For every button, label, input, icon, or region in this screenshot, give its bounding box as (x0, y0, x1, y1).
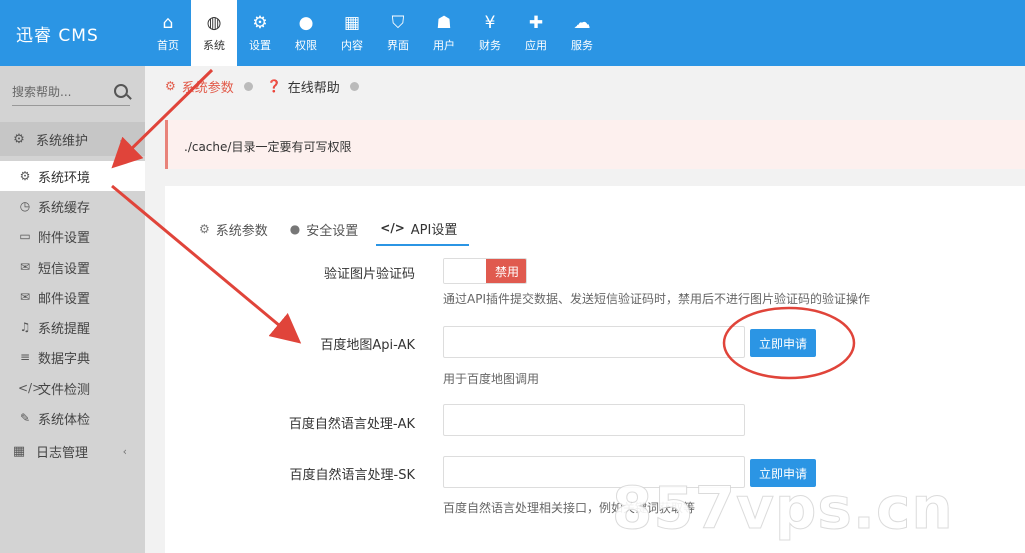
bell-icon: ♫ (19, 320, 31, 334)
sidebar-item-sms[interactable]: ✉ 短信设置 (0, 252, 145, 282)
gears-icon: ⚙ (252, 13, 268, 33)
nav-users[interactable]: ☗ 用户 (421, 0, 467, 66)
sidebar-group-maintenance[interactable]: ⚙ 系统维护 ⌄ (0, 122, 145, 156)
sidebar-item-cache[interactable]: ◷ 系统缓存 (0, 191, 145, 221)
question-icon: ❓ (266, 79, 282, 93)
nav-content[interactable]: ▦ 内容 (329, 0, 375, 66)
captcha-help: 通过API插件提交数据、发送短信验证码时，禁用后不进行图片验证码的验证操作 (443, 292, 870, 306)
sidebar-item-email[interactable]: ✉ 邮件设置 (0, 282, 145, 312)
user-icon: ☗ (436, 13, 452, 33)
sidebar-item-environment[interactable]: ⚙ 系统环境 (0, 161, 145, 191)
breadcrumb: ⚙ 系统参数 ❓ 在线帮助 (145, 66, 1025, 106)
toggle-on-side[interactable]: 禁用 (486, 259, 526, 283)
nav-ui[interactable]: ⛉ 界面 (375, 0, 421, 66)
nav-settings[interactable]: ⚙ 设置 (237, 0, 283, 66)
sidebar: 搜索帮助... ⚙ 系统维护 ⌄ ⚙ 系统环境 ◷ 系统缓存 ▭ 附件设置 ✉ 短信设置… (0, 66, 145, 553)
breadcrumb-separator (243, 81, 253, 91)
database-icon: ≡ (19, 350, 31, 364)
notice-text: ./cache/目录一定要有可写权限 (184, 140, 352, 154)
nav-home[interactable]: ⌂ 首页 (145, 0, 191, 66)
user-circle-icon: ● (298, 13, 314, 33)
nav-system[interactable]: ◍ 系统 (191, 0, 237, 66)
chevron-down-icon: ⌄ (117, 132, 127, 146)
gear-icon: ⚙ (19, 169, 31, 183)
nav-services[interactable]: ☁ 服务 (559, 0, 605, 66)
nav-finance[interactable]: ¥ 财务 (467, 0, 513, 66)
gear-icon: ⚙ (13, 131, 25, 147)
notice-alert: ./cache/目录一定要有可写权限 (165, 120, 1025, 169)
gear-icon: ⚙ (199, 222, 210, 236)
globe-icon: ◍ (206, 13, 222, 33)
tab-system-params[interactable]: ⚙ 系统参数 (195, 212, 280, 246)
settings-tabs: ⚙ 系统参数 ● 安全设置 </> API设置 (195, 212, 475, 246)
top-nav: ⌂ 首页 ◍ 系统 ⚙ 设置 ● 权限 ▦ 内容 ⛉ 界面 ☗ 用户 ¥ 财务 ✚ 应用 ☁ 服务 (145, 0, 605, 66)
breadcrumb-separator (349, 81, 359, 91)
gear-icon: ⚙ (165, 79, 176, 93)
calendar-icon: ▦ (12, 443, 26, 459)
captcha-label: 验证图片验证码 (323, 267, 415, 282)
nlp-ak-input[interactable] (443, 404, 745, 436)
grid-icon: ▦ (343, 13, 361, 33)
nlp-ak-label: 百度自然语言处理-AK (288, 417, 415, 432)
chevron-left-icon: ‹ (122, 444, 127, 458)
top-bar: 迅睿 CMS ⌂ 首页 ◍ 系统 ⚙ 设置 ● 权限 ▦ 内容 ⛉ 界面 ☗ 用户 ¥ 财务 ✚… (0, 0, 1025, 66)
toggle-off-side[interactable] (444, 259, 486, 283)
breadcrumb-system-params[interactable]: ⚙ 系统参数 (165, 77, 253, 96)
cloud-icon: ☁ (573, 13, 591, 33)
watermark: 857vps.cn (612, 474, 954, 542)
sidebar-item-file-check[interactable]: </> 文件检测 (0, 373, 145, 403)
breadcrumb-online-help[interactable]: ❓ 在线帮助 (267, 77, 359, 96)
yen-icon: ¥ (484, 13, 496, 33)
lock-icon: ● (289, 222, 301, 236)
nlp-sk-label: 百度自然语言处理-SK (289, 468, 415, 483)
baidu-map-ak-input[interactable] (443, 326, 745, 358)
puzzle-icon: ✚ (528, 13, 544, 33)
sidebar-item-dictionary[interactable]: ≡ 数据字典 (0, 342, 145, 372)
nav-permissions[interactable]: ● 权限 (283, 0, 329, 66)
html5-icon: ⛉ (391, 13, 405, 33)
captcha-toggle[interactable]: 禁用 (443, 258, 527, 284)
tab-api-settings[interactable]: </> API设置 (376, 212, 470, 246)
apply-baidu-map-button[interactable]: 立即申请 (750, 329, 816, 357)
search-input[interactable]: 搜索帮助... (12, 83, 71, 100)
tab-security[interactable]: ● 安全设置 (286, 212, 371, 246)
clock-icon: ◷ (19, 199, 31, 213)
sidebar-group-logs[interactable]: ▦ 日志管理 ‹ (0, 434, 145, 468)
nav-apps[interactable]: ✚ 应用 (513, 0, 559, 66)
wrench-icon: ✎ (19, 411, 31, 425)
sidebar-item-attachment[interactable]: ▭ 附件设置 (0, 221, 145, 251)
sidebar-item-health-check[interactable]: ✎ 系统体检 (0, 403, 145, 433)
code-icon: </> (380, 221, 405, 235)
baidu-map-help: 用于百度地图调用 (443, 372, 540, 386)
folder-icon: ▭ (19, 229, 31, 243)
envelope-icon: ✉ (19, 260, 31, 274)
search-box[interactable]: 搜索帮助... (12, 78, 130, 106)
sidebar-item-reminder[interactable]: ♫ 系统提醒 (0, 312, 145, 342)
home-icon: ⌂ (162, 13, 174, 33)
search-icon[interactable] (114, 84, 128, 98)
app-logo[interactable]: 迅睿 CMS (16, 21, 99, 46)
envelope-open-icon: ✉ (19, 290, 31, 304)
code-icon: </> (18, 381, 43, 395)
baidu-map-label: 百度地图Api-AK (320, 338, 415, 353)
